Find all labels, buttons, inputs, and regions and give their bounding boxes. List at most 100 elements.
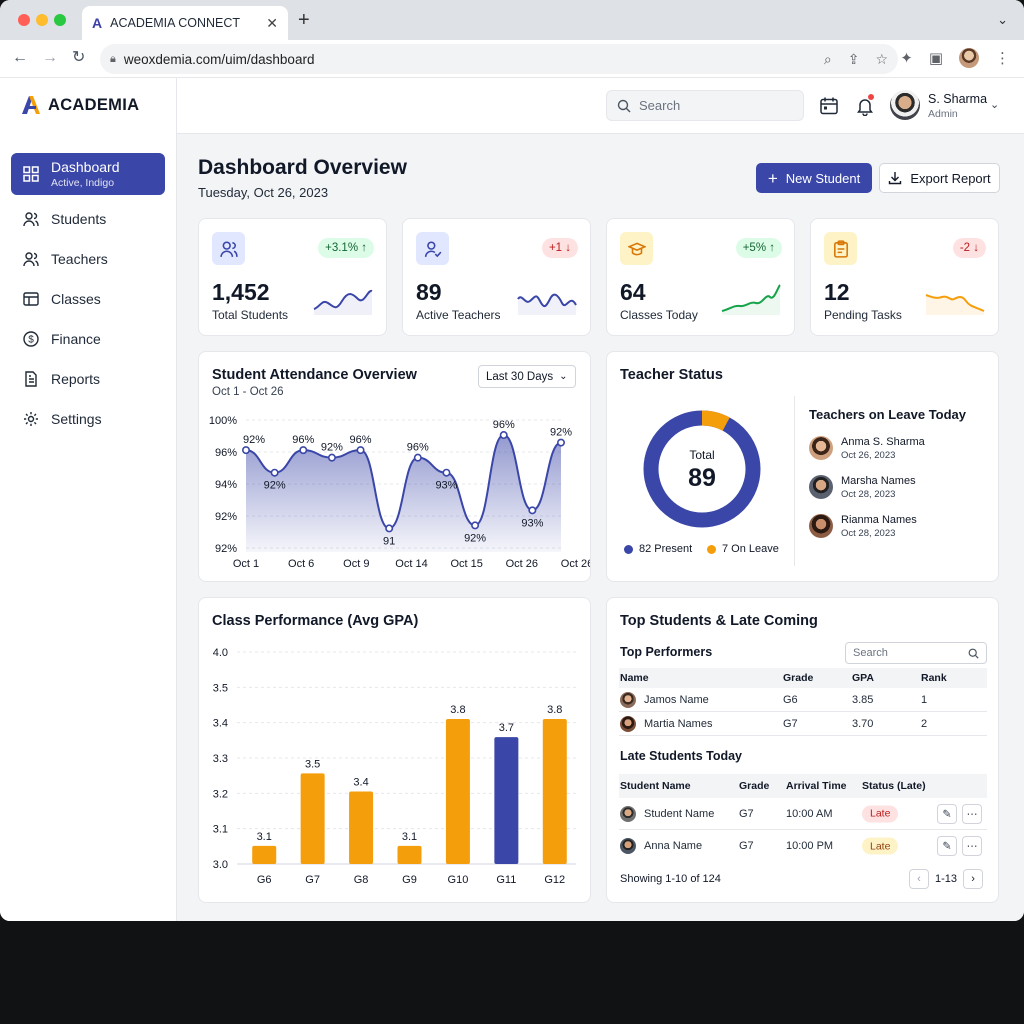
search-icon xyxy=(968,648,979,659)
user-name[interactable]: S. Sharma xyxy=(928,92,987,106)
brand[interactable]: ACADEMIA xyxy=(20,94,139,116)
tab-close-icon[interactable]: ✕ xyxy=(266,15,278,32)
maximize-window-dot[interactable] xyxy=(54,14,66,26)
table-row[interactable]: Jamos Name G6 3.85 1 xyxy=(619,688,987,712)
class-performance-bar-chart: 4.0 3.5 3.4 3.3 3.2 3.1 3.0 3.1 G6 3.5 G7 3.4 G8 3.1 G… xyxy=(213,647,576,886)
list-item[interactable]: Rianma Names Oct 28, 2023 xyxy=(809,512,989,542)
stat-card-pending-tasks[interactable]: -2 ↓ 12 Pending Tasks xyxy=(810,218,999,336)
data-label: 3.7 xyxy=(499,722,514,734)
forward-arrow-icon[interactable]: → xyxy=(42,49,58,67)
stat-card-active-teachers[interactable]: +1 ↓ 89 Active Teachers xyxy=(402,218,591,336)
stat-label: Classes Today xyxy=(620,308,698,322)
data-point xyxy=(556,438,565,447)
avatar xyxy=(620,838,636,854)
leave-date: Oct 28, 2023 xyxy=(841,489,896,500)
side-panel-icon[interactable]: ▣ xyxy=(929,49,943,67)
new-student-button[interactable]: + New Student xyxy=(756,163,872,193)
url-text: weoxdemia.com/uim/dashboard xyxy=(123,51,315,67)
status-badge: Late xyxy=(862,837,899,855)
pencil-icon: ✎ xyxy=(942,808,952,820)
x-tick-label: G7 xyxy=(305,874,320,886)
card-title: Student Attendance Overview xyxy=(212,367,417,383)
late-table-header: Student Name Grade Arrival Time Status (… xyxy=(619,774,987,798)
leave-name: Rianma Names xyxy=(841,514,917,526)
sidebar-item-finance[interactable]: $ Finance xyxy=(11,318,165,360)
close-window-dot[interactable] xyxy=(18,14,30,26)
list-item[interactable]: Marsha Names Oct 28, 2023 xyxy=(809,473,989,503)
avatar xyxy=(620,691,636,708)
sidebar-item-settings[interactable]: Settings xyxy=(11,398,165,440)
browser-menu-icon[interactable]: ⋮ xyxy=(995,49,1010,67)
data-label: 92% xyxy=(464,532,486,544)
tab-title: ACADEMIA CONNECT xyxy=(110,16,241,30)
data-point xyxy=(499,431,508,440)
sidebar-item-label: Dashboard xyxy=(51,159,120,175)
table-row[interactable]: Student Name G7 10:00 AM Late ✎ ⋯ xyxy=(619,798,987,830)
tab-list-chevron-icon[interactable]: ⌄ xyxy=(997,12,1008,28)
present-legend-swatch xyxy=(624,545,633,554)
new-tab-icon[interactable]: + xyxy=(298,10,310,30)
edit-button[interactable]: ✎ xyxy=(937,836,957,856)
profile-avatar[interactable] xyxy=(959,48,979,68)
reload-icon[interactable]: ↻ xyxy=(72,49,85,67)
minimize-window-dot[interactable] xyxy=(36,14,48,26)
more-button[interactable]: ⋯ xyxy=(962,803,982,824)
y-tick-label: 3.5 xyxy=(213,682,228,694)
calendar-icon[interactable] xyxy=(819,96,839,116)
more-button[interactable]: ⋯ xyxy=(962,836,982,856)
avatar xyxy=(620,715,636,732)
sidebar-item-label: Teachers xyxy=(51,251,108,267)
bar xyxy=(397,845,422,864)
sidebar-item-teachers[interactable]: Teachers xyxy=(11,238,165,280)
sidebar-item-label: Finance xyxy=(51,331,101,347)
user-avatar[interactable] xyxy=(890,90,920,120)
sparkline xyxy=(313,289,373,315)
performers-search-input[interactable]: Search xyxy=(845,642,987,664)
stat-card-classes-today[interactable]: +5% ↑ 64 Classes Today xyxy=(606,218,795,336)
share-icon[interactable]: ⇪ xyxy=(848,51,860,68)
chevron-down-icon[interactable]: ⌄ xyxy=(990,98,999,111)
browser-tab[interactable]: A ACADEMIA CONNECT ✕ xyxy=(82,6,288,40)
x-tick-label: Oct 26 xyxy=(506,558,538,570)
late-students-title: Late Students Today xyxy=(620,749,743,763)
export-report-button[interactable]: Export Report xyxy=(879,163,1000,193)
sidebar-item-dashboard[interactable]: Dashboard Active, Indigo xyxy=(11,153,165,195)
card-title: Teacher Status xyxy=(620,367,723,383)
pagination: ‹ 1-13 › xyxy=(909,869,984,889)
avatar xyxy=(809,436,833,460)
ellipsis-icon: ⋯ xyxy=(966,808,978,820)
x-tick-label: G6 xyxy=(257,874,272,886)
bar xyxy=(252,845,277,864)
data-point xyxy=(471,521,480,530)
sidebar-item-classes[interactable]: Classes xyxy=(11,278,165,320)
notification-bell[interactable] xyxy=(855,94,875,117)
search-placeholder: Search xyxy=(639,98,681,113)
edit-button[interactable]: ✎ xyxy=(937,803,957,824)
leave-name: Anma S. Sharma xyxy=(841,436,925,448)
extensions-icon[interactable]: ✦ xyxy=(900,49,913,67)
next-page-button[interactable]: › xyxy=(963,869,984,889)
teacher-status-card: Teacher Status Total 89 82 Present 7 On … xyxy=(606,351,999,582)
table-row[interactable]: Martia Names G7 3.70 2 xyxy=(619,712,987,736)
y-tick-label: 100% xyxy=(209,415,237,427)
back-arrow-icon[interactable]: ← xyxy=(12,49,28,67)
leave-list: Anma S. Sharma Oct 26, 2023 Marsha Names… xyxy=(809,434,989,564)
zoom-icon[interactable]: ⌕ xyxy=(824,51,832,68)
stat-card-total-students[interactable]: +3.1% ↑ 1,452 Total Students xyxy=(198,218,387,336)
y-tick-label: 3.3 xyxy=(213,753,228,765)
range-dropdown[interactable]: Last 30 Days ⌄ xyxy=(478,365,576,388)
list-item[interactable]: Anma S. Sharma Oct 26, 2023 xyxy=(809,434,989,464)
user-role: Admin xyxy=(928,108,958,120)
report-icon xyxy=(23,371,39,387)
bookmark-star-icon[interactable]: ☆ xyxy=(875,51,888,68)
plus-icon: + xyxy=(767,168,778,188)
prev-page-button[interactable]: ‹ xyxy=(909,869,929,889)
sidebar-item-reports[interactable]: Reports xyxy=(11,358,165,400)
table-row[interactable]: Anna Name G7 10:00 PM Late ✎ ⋯ xyxy=(619,830,987,862)
chevron-down-icon: ⌄ xyxy=(559,371,568,382)
divider xyxy=(794,396,795,566)
sidebar-item-students[interactable]: Students xyxy=(11,198,165,240)
url-field[interactable]: 🔒︎ weoxdemia.com/uim/dashboard ⌕ ⇪ ☆ xyxy=(100,44,898,74)
search-input[interactable]: Search xyxy=(606,90,804,121)
data-label: 93% xyxy=(435,480,457,492)
